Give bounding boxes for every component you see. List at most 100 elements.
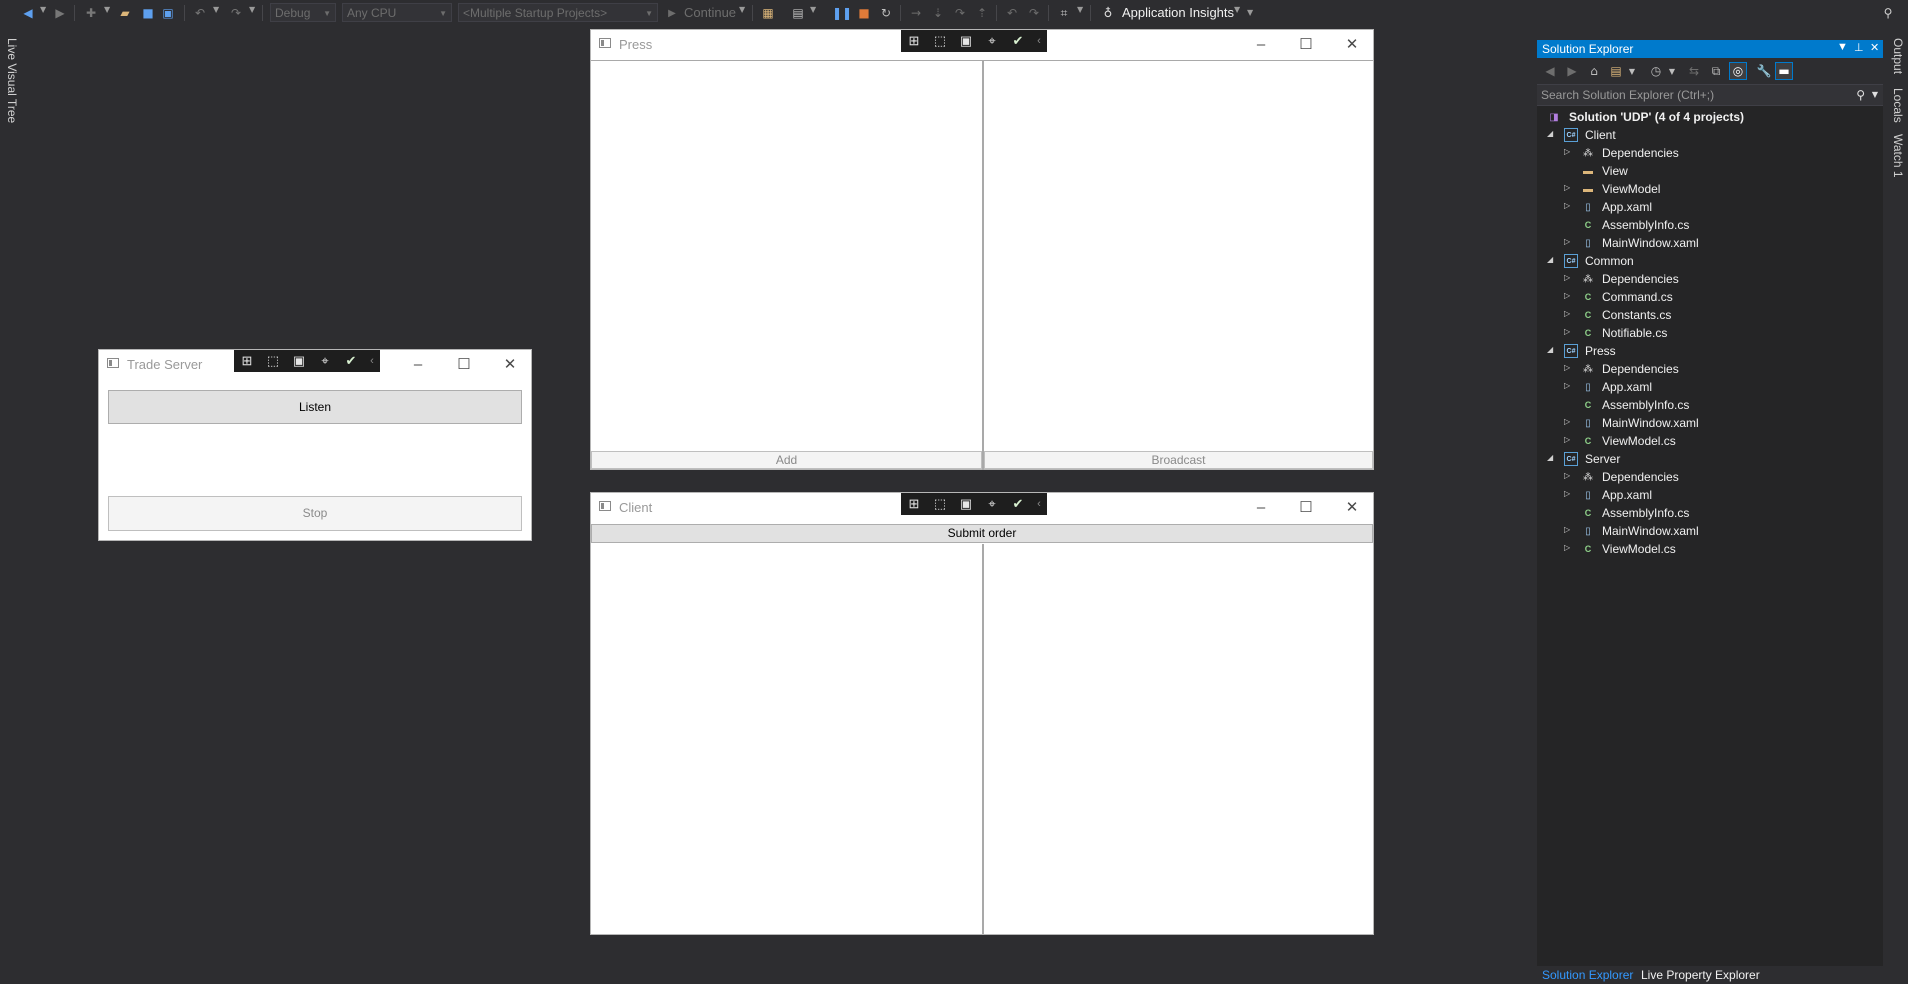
stop-debugging-icon[interactable]: ■	[856, 5, 872, 21]
tree-item-file[interactable]: ▷ ▯ App.xaml	[1537, 198, 1883, 216]
pin-icon[interactable]: ⊥	[1854, 41, 1864, 54]
continue-play-icon[interactable]: ▶	[664, 5, 680, 21]
go-to-live-visual-tree-icon[interactable]: ⊞	[901, 30, 927, 52]
tree-item-file[interactable]: C AssemblyInfo.cs	[1537, 216, 1883, 234]
window-title-bar[interactable]: Client ⊞ ⬚ ▣ ⌖ ✔ ‹ – ☐ ✕	[591, 493, 1373, 521]
switch-views-dropdown-icon[interactable]: ▼	[1623, 62, 1641, 80]
maximize-icon[interactable]: ☐	[1292, 497, 1320, 517]
tree-item-file[interactable]: ▷ ▯ MainWindow.xaml	[1537, 414, 1883, 432]
display-layout-adorners-icon[interactable]: ▣	[286, 350, 312, 372]
tab-solution-explorer[interactable]: Solution Explorer	[1542, 968, 1633, 982]
continue-button[interactable]: Continue	[684, 5, 736, 20]
expanded-arrow-icon[interactable]: ◢	[1547, 129, 1553, 138]
collapsed-arrow-icon[interactable]: ▷	[1564, 525, 1570, 534]
maximize-icon[interactable]: ☐	[1292, 34, 1320, 54]
select-element-icon[interactable]: ⬚	[927, 493, 953, 515]
camera-dropdown-icon[interactable]: ▼	[810, 5, 816, 14]
binding-check-icon[interactable]: ✔	[1005, 30, 1031, 52]
break-all-icon[interactable]: ❚❚	[832, 5, 852, 21]
collapsed-arrow-icon[interactable]: ▷	[1564, 471, 1570, 480]
close-icon[interactable]: ✕	[496, 354, 524, 374]
collapsed-arrow-icon[interactable]: ▷	[1564, 489, 1570, 498]
minimize-icon[interactable]: –	[404, 354, 432, 374]
forward-icon[interactable]: ▶	[1563, 62, 1581, 80]
window-title-bar[interactable]: Press ⊞ ⬚ ▣ ⌖ ✔ ‹ – ☐ ✕	[591, 30, 1373, 58]
open-file-icon[interactable]: ▰	[117, 5, 133, 21]
display-layout-adorners-icon[interactable]: ▣	[953, 493, 979, 515]
continue-dropdown-icon[interactable]: ▼	[739, 5, 745, 14]
diagnostic-dropdown-icon[interactable]: ▼	[1077, 5, 1083, 14]
tree-item-file[interactable]: C AssemblyInfo.cs	[1537, 396, 1883, 414]
broadcast-button[interactable]: Broadcast	[984, 451, 1373, 469]
diagnostic-tools-icon[interactable]: ⌗	[1056, 5, 1072, 21]
collapsed-arrow-icon[interactable]: ▷	[1564, 327, 1570, 336]
submit-order-button[interactable]: Submit order	[591, 524, 1373, 543]
stop-button[interactable]: Stop	[108, 496, 522, 531]
show-all-files-icon[interactable]: ◎	[1729, 62, 1747, 80]
collapsed-arrow-icon[interactable]: ▷	[1564, 435, 1570, 444]
tree-item-file[interactable]: ▷ C ViewModel.cs	[1537, 432, 1883, 450]
collapsed-arrow-icon[interactable]: ▷	[1564, 381, 1570, 390]
tree-item-project-client[interactable]: ◢ C# Client	[1537, 126, 1883, 144]
show-next-statement-icon[interactable]: →	[908, 5, 924, 21]
sync-with-active-document-icon[interactable]: ⇆	[1685, 62, 1703, 80]
startup-project-select[interactable]: <Multiple Startup Projects> ▼	[458, 3, 658, 22]
go-to-live-visual-tree-icon[interactable]: ⊞	[234, 350, 260, 372]
tree-item-dependencies[interactable]: ▷ ⁂ Dependencies	[1537, 144, 1883, 162]
search-icon[interactable]: ⚲	[1856, 88, 1865, 102]
filter-dropdown-icon[interactable]: ▼	[1663, 62, 1681, 80]
tree-item-dependencies[interactable]: ▷ ⁂ Dependencies	[1537, 360, 1883, 378]
undo-dropdown-icon[interactable]: ▼	[213, 5, 219, 14]
track-focused-element-icon[interactable]: ⌖	[312, 350, 338, 372]
collapsed-arrow-icon[interactable]: ▷	[1564, 417, 1570, 426]
navigate-back-icon[interactable]: ◀	[20, 5, 36, 21]
new-project-icon[interactable]: ✚	[83, 5, 99, 21]
step-into-icon[interactable]: ⇣	[930, 5, 946, 21]
navigate-forward-icon[interactable]: ▶	[52, 5, 68, 21]
tree-item-solution[interactable]: ◨ Solution 'UDP' (4 of 4 projects)	[1537, 108, 1883, 126]
collapsed-arrow-icon[interactable]: ▷	[1564, 543, 1570, 552]
search-input[interactable]	[1541, 87, 1841, 103]
window-position-dropdown-icon[interactable]: ▼	[1837, 41, 1848, 53]
tree-item-file[interactable]: ▷ ▯ MainWindow.xaml	[1537, 234, 1883, 252]
tab-live-property-explorer[interactable]: Live Property Explorer	[1641, 968, 1760, 982]
tree-item-folder[interactable]: ▷ ▬ ViewModel	[1537, 180, 1883, 198]
undo-icon[interactable]: ↶	[192, 5, 208, 21]
window-title-bar[interactable]: Trade Server ⊞ ⬚ ▣ ⌖ ✔ ‹ – ☐ ✕	[99, 350, 531, 378]
minimize-icon[interactable]: –	[1247, 34, 1275, 54]
tree-item-file[interactable]: ▷ ▯ MainWindow.xaml	[1537, 522, 1883, 540]
collapsed-arrow-icon[interactable]: ▷	[1564, 273, 1570, 282]
collapse-toolbar-icon[interactable]: ‹	[364, 350, 380, 372]
back-icon[interactable]: ◀	[1541, 62, 1559, 80]
collapse-toolbar-icon[interactable]: ‹	[1031, 493, 1047, 515]
redo-edit-icon[interactable]: ↷	[1026, 5, 1042, 21]
properties-icon[interactable]: 🔧	[1755, 62, 1773, 80]
save-all-icon[interactable]: ▣	[160, 5, 176, 21]
tree-item-dependencies[interactable]: ▷ ⁂ Dependencies	[1537, 270, 1883, 288]
solution-explorer-header[interactable]: Solution Explorer ▼ ⊥ ✕	[1537, 40, 1883, 58]
search-options-dropdown-icon[interactable]: ▼	[1872, 90, 1878, 99]
tree-item-dependencies[interactable]: ▷ ⁂ Dependencies	[1537, 468, 1883, 486]
track-focused-element-icon[interactable]: ⌖	[979, 30, 1005, 52]
maximize-icon[interactable]: ☐	[450, 354, 478, 374]
client-left-pane[interactable]	[591, 544, 982, 934]
binding-check-icon[interactable]: ✔	[338, 350, 364, 372]
collapsed-arrow-icon[interactable]: ▷	[1564, 147, 1570, 156]
restart-icon[interactable]: ↻	[878, 5, 894, 21]
toolbar-overflow-icon[interactable]: ▼	[1247, 8, 1253, 17]
live-visual-tree-tab[interactable]: Live Visual Tree	[5, 38, 19, 123]
redo-dropdown-icon[interactable]: ▼	[249, 5, 255, 14]
tree-item-file[interactable]: ▷ ▯ App.xaml	[1537, 486, 1883, 504]
step-over-icon[interactable]: ↷	[952, 5, 968, 21]
collapsed-arrow-icon[interactable]: ▷	[1564, 183, 1570, 192]
collapsed-arrow-icon[interactable]: ▷	[1564, 237, 1570, 246]
tree-item-file[interactable]: ▷ C Command.cs	[1537, 288, 1883, 306]
press-left-pane[interactable]	[591, 60, 982, 451]
track-focused-element-icon[interactable]: ⌖	[979, 493, 1005, 515]
locals-tab[interactable]: Locals	[1891, 88, 1905, 123]
select-element-icon[interactable]: ⬚	[260, 350, 286, 372]
collapsed-arrow-icon[interactable]: ▷	[1564, 291, 1570, 300]
tree-item-folder[interactable]: ▬ View	[1537, 162, 1883, 180]
save-icon[interactable]: ■	[140, 5, 156, 21]
tree-item-project-press[interactable]: ◢ C# Press	[1537, 342, 1883, 360]
